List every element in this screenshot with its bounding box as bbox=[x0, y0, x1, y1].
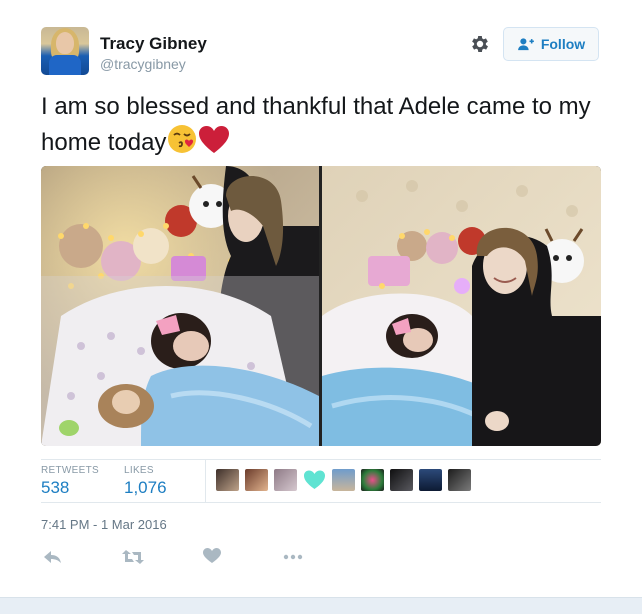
reply-icon[interactable] bbox=[43, 548, 63, 566]
avatar-face bbox=[56, 32, 74, 54]
media-gallery[interactable] bbox=[41, 166, 601, 446]
retweets-label: RETWEETS bbox=[41, 465, 99, 476]
photo-left[interactable] bbox=[41, 166, 319, 446]
kissing-face-emoji bbox=[166, 123, 198, 164]
red-heart-emoji bbox=[198, 125, 230, 164]
user-handle[interactable]: @tracygibney bbox=[100, 56, 186, 72]
tweet-text-body: I am so blessed and thankful that Adele … bbox=[41, 93, 591, 156]
likes-label: LIKES bbox=[124, 465, 154, 476]
liker-avatar[interactable] bbox=[361, 469, 384, 491]
liker-avatar[interactable] bbox=[448, 469, 471, 491]
liker-avatar[interactable] bbox=[419, 469, 442, 491]
avatar[interactable] bbox=[41, 27, 89, 75]
follow-button-label: Follow bbox=[540, 36, 586, 52]
user-name[interactable]: Tracy Gibney bbox=[100, 34, 207, 54]
liker-avatar[interactable] bbox=[390, 469, 413, 491]
reply-area-strip bbox=[0, 597, 642, 614]
retweet-icon[interactable] bbox=[122, 548, 144, 566]
liker-avatar[interactable] bbox=[245, 469, 268, 491]
avatar-dress bbox=[49, 55, 81, 75]
more-icon[interactable] bbox=[283, 548, 303, 566]
retweets-count[interactable]: 538 bbox=[41, 478, 69, 498]
photo-right[interactable] bbox=[322, 166, 601, 446]
liker-avatar[interactable] bbox=[216, 469, 239, 491]
heart-icon[interactable] bbox=[303, 469, 326, 491]
liker-avatar[interactable] bbox=[332, 469, 355, 491]
likes-count[interactable]: 1,076 bbox=[124, 478, 167, 498]
tweet-text: I am so blessed and thankful that Adele … bbox=[41, 90, 611, 164]
stats-divider bbox=[205, 460, 206, 502]
stats-bar: RETWEETS 538 LIKES 1,076 bbox=[41, 459, 601, 503]
tweet-card: Tracy Gibney @tracygibney Follow I am so… bbox=[0, 0, 642, 614]
liker-avatar[interactable] bbox=[274, 469, 297, 491]
timestamp[interactable]: 7:41 PM - 1 Mar 2016 bbox=[41, 517, 167, 532]
gear-icon[interactable] bbox=[469, 33, 491, 55]
like-icon[interactable] bbox=[203, 548, 223, 566]
add-user-icon bbox=[517, 38, 534, 51]
follow-button[interactable]: Follow bbox=[503, 27, 599, 61]
